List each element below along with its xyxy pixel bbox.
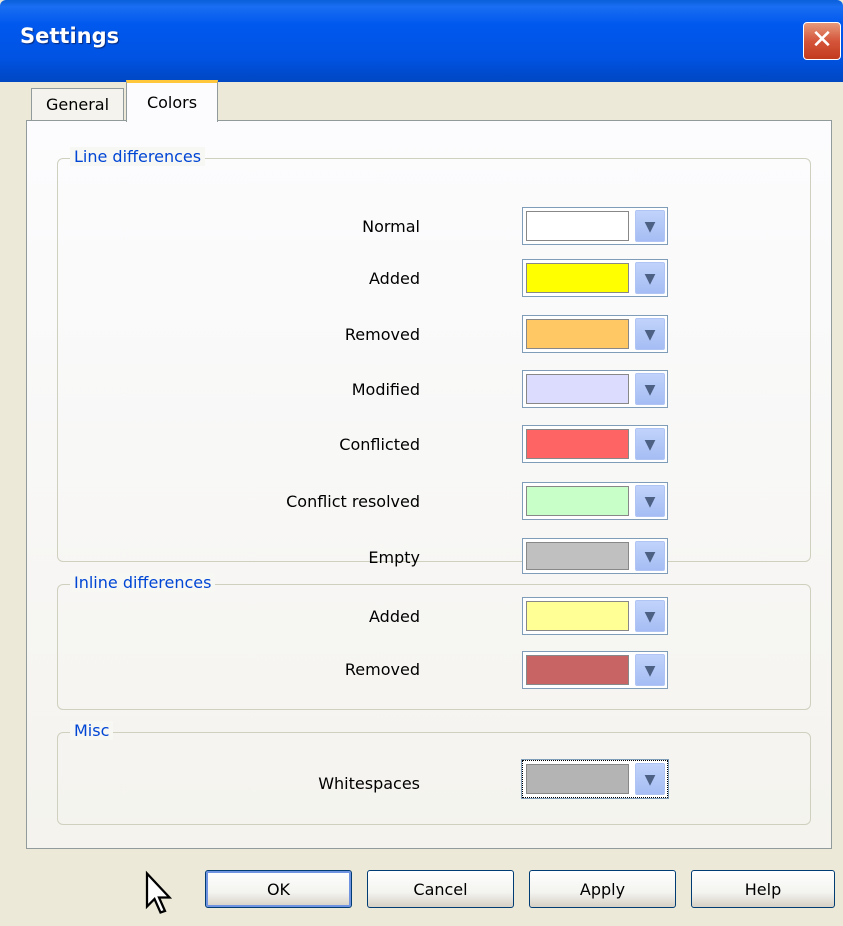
row-label-empty: Empty	[368, 548, 420, 567]
color-swatch	[526, 655, 629, 685]
chevron-down-icon[interactable]: ▼	[635, 485, 665, 517]
chevron-down-icon[interactable]: ▼	[635, 428, 665, 460]
color-picker-added[interactable]: ▼	[522, 259, 668, 297]
row-label-removed: Removed	[344, 325, 420, 344]
chevron-down-icon[interactable]: ▼	[635, 262, 665, 294]
help-button[interactable]: Help	[691, 870, 835, 908]
settings-window: Settings ✕ General Colors Line differenc…	[0, 0, 843, 926]
chevron-down-icon[interactable]: ▼	[635, 373, 665, 405]
group-label: Line differences	[70, 147, 206, 166]
mouse-pointer-icon	[145, 870, 173, 914]
row-label-added: Added	[369, 269, 420, 288]
color-swatch	[526, 319, 629, 349]
chevron-down-icon[interactable]: ▼	[635, 600, 665, 632]
color-picker-conflicted[interactable]: ▼	[522, 425, 668, 463]
chevron-down-icon[interactable]: ▼	[635, 318, 665, 350]
inline-differences-group: Inline differences Added ▼ Removed ▼	[57, 573, 811, 710]
color-swatch	[526, 263, 629, 293]
chevron-down-icon[interactable]: ▼	[635, 654, 665, 686]
title-bar[interactable]: Settings ✕	[0, 0, 843, 82]
row-label-whitespaces: Whitespaces	[318, 774, 420, 793]
color-swatch	[526, 542, 629, 570]
color-swatch	[526, 429, 629, 459]
chevron-down-icon[interactable]: ▼	[635, 210, 665, 242]
cancel-button[interactable]: Cancel	[367, 870, 514, 908]
group-label: Misc	[70, 721, 114, 740]
line-differences-group: Line differences Normal ▼ Added ▼ Remove…	[57, 147, 811, 574]
color-swatch	[526, 211, 629, 241]
row-label-inline-added: Added	[369, 607, 420, 626]
tab-colors[interactable]: Colors	[126, 80, 218, 122]
window-title: Settings	[20, 24, 120, 48]
misc-group: Misc Whitespaces ▼	[57, 721, 811, 825]
row-label-conflicted: Conflicted	[339, 435, 420, 454]
row-label-normal: Normal	[362, 217, 420, 236]
color-picker-empty[interactable]: ▼	[522, 538, 668, 574]
color-swatch	[526, 601, 629, 631]
row-label-modified: Modified	[351, 380, 420, 399]
apply-button[interactable]: Apply	[529, 870, 676, 908]
color-picker-inline-removed[interactable]: ▼	[522, 651, 668, 689]
ok-button[interactable]: OK	[205, 870, 352, 908]
color-picker-inline-added[interactable]: ▼	[522, 597, 668, 635]
group-label: Inline differences	[70, 573, 216, 592]
row-label-inline-removed: Removed	[344, 660, 420, 679]
close-icon: ✕	[811, 25, 833, 55]
color-picker-normal[interactable]: ▼	[522, 207, 668, 245]
color-picker-modified[interactable]: ▼	[522, 370, 668, 408]
chevron-down-icon[interactable]: ▼	[635, 541, 665, 571]
close-button[interactable]: ✕	[803, 22, 841, 60]
tab-general[interactable]: General	[31, 88, 124, 120]
color-swatch	[526, 764, 629, 794]
color-picker-conflict-resolved[interactable]: ▼	[522, 482, 668, 520]
color-swatch	[526, 374, 629, 404]
chevron-down-icon[interactable]: ▼	[635, 763, 665, 795]
row-label-conflict-resolved: Conflict resolved	[286, 492, 420, 511]
color-picker-removed[interactable]: ▼	[522, 315, 668, 353]
colors-panel: Line differences Normal ▼ Added ▼ Remove…	[26, 120, 832, 849]
color-swatch	[526, 486, 629, 516]
color-picker-whitespaces[interactable]: ▼	[521, 759, 669, 799]
